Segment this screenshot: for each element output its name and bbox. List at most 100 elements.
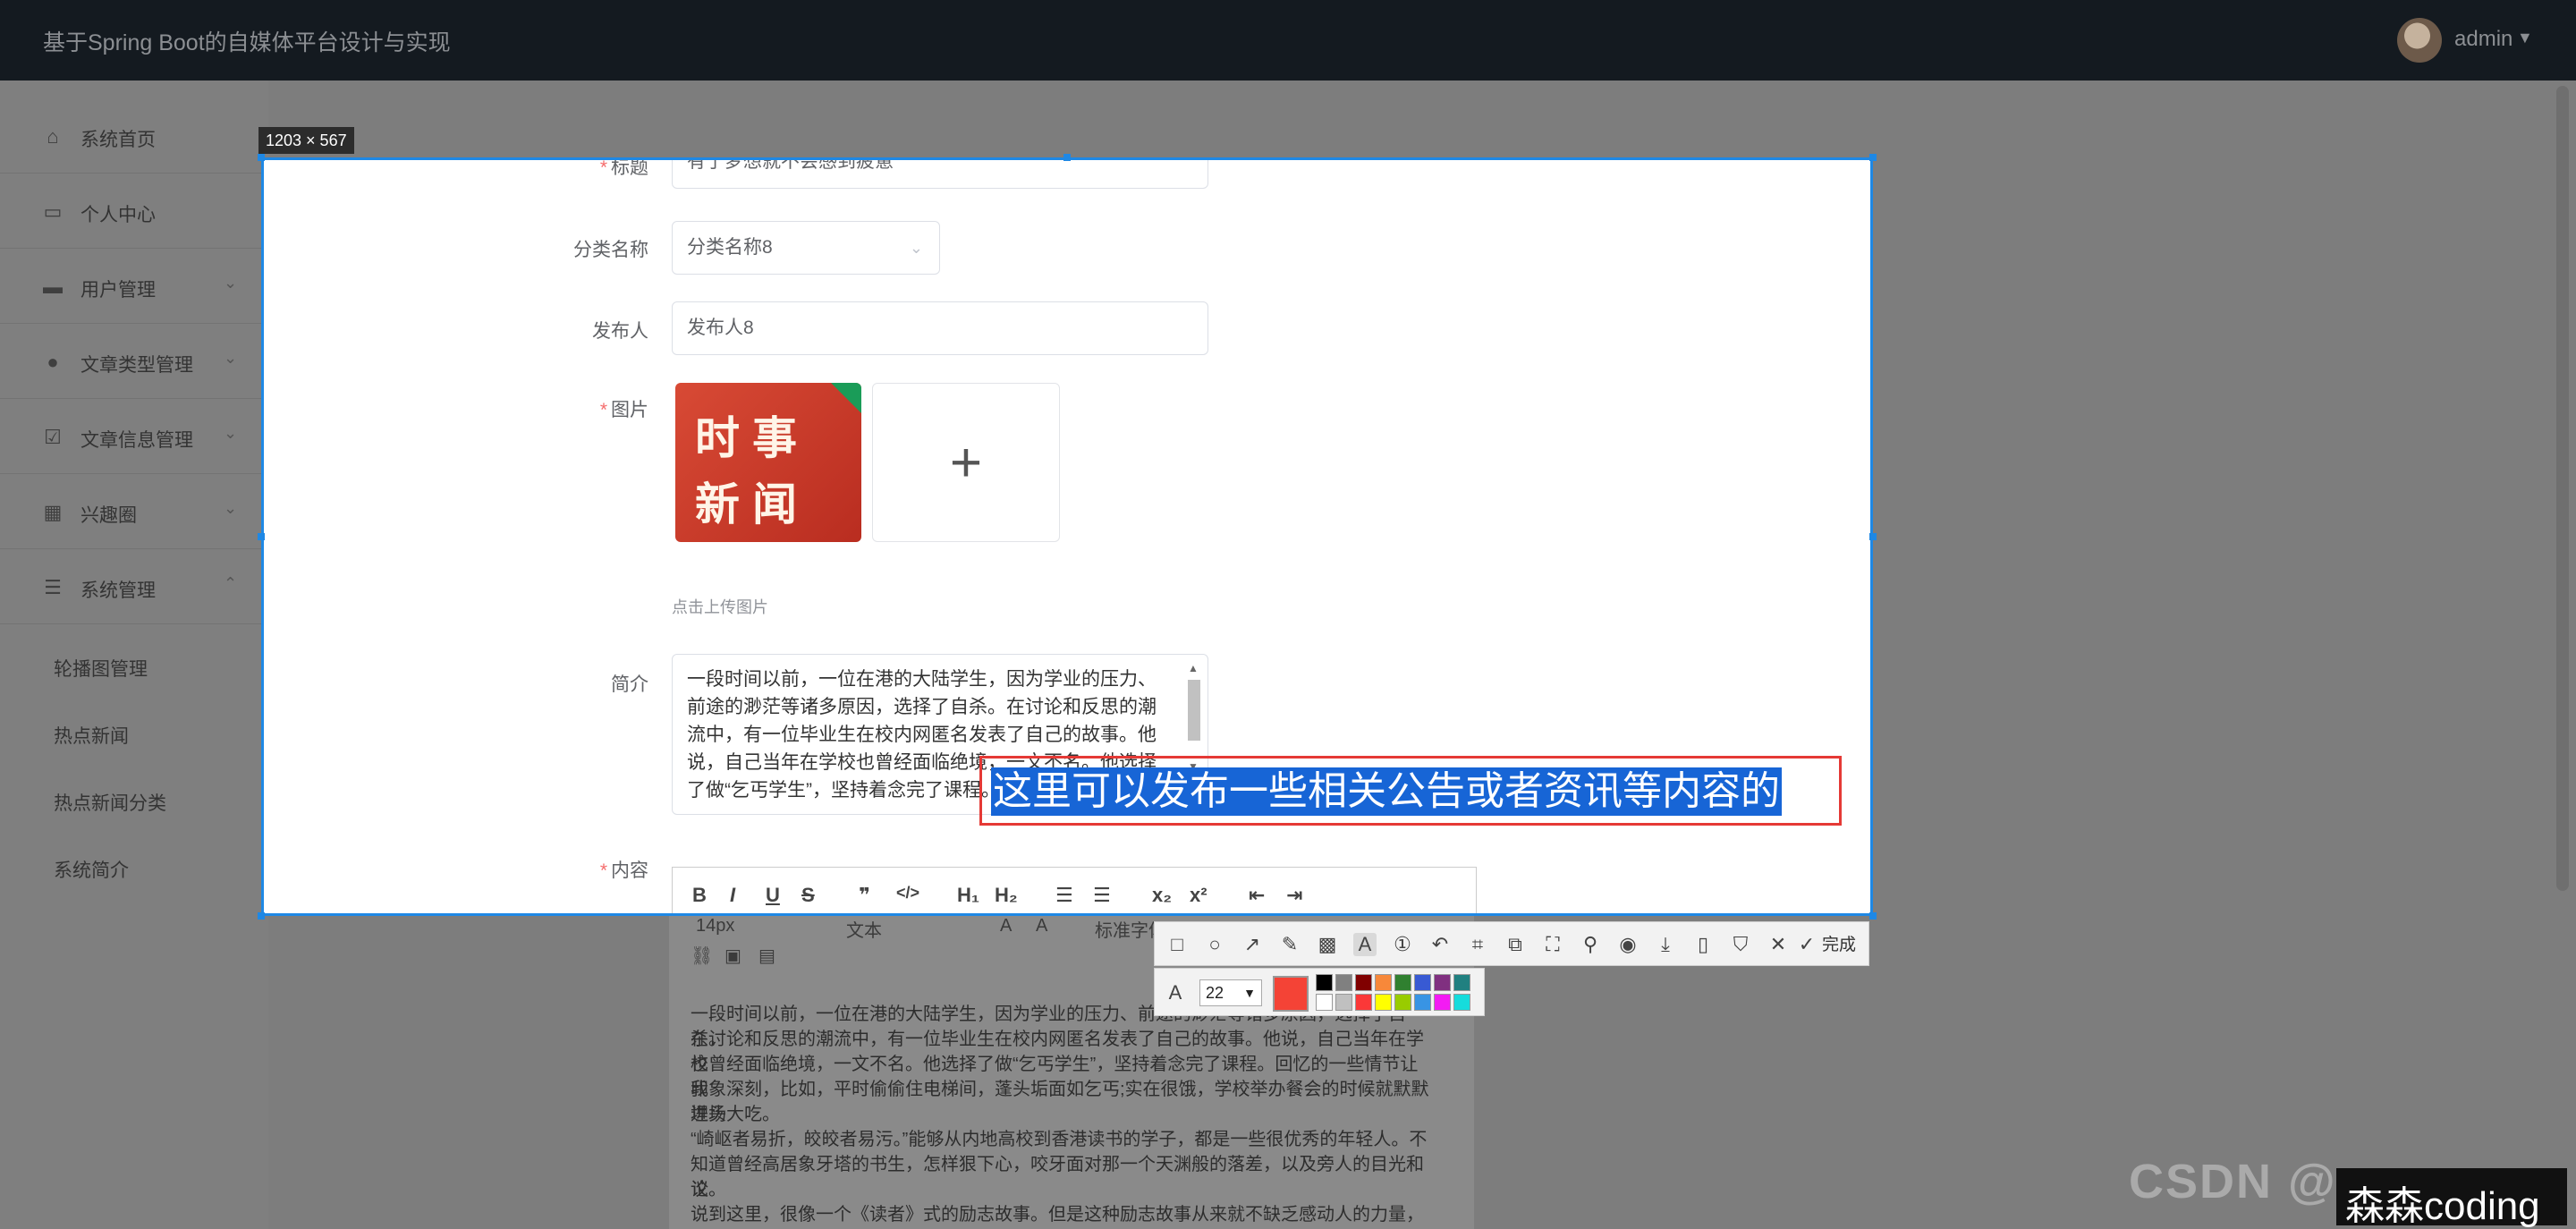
subscript-icon[interactable]: x₂ bbox=[1152, 884, 1172, 907]
sidebar-subitem-carousel[interactable]: 轮播图管理 bbox=[54, 655, 148, 682]
sidebar-item-articles[interactable]: ☑ 文章信息管理 ⌄ bbox=[0, 399, 268, 474]
link-icon[interactable]: ⛓ bbox=[691, 945, 713, 967]
heading1-icon[interactable]: H₁ bbox=[957, 884, 979, 907]
font-color-icon[interactable]: A bbox=[1000, 916, 1012, 937]
title-input[interactable]: 有了梦想就不会感到疲惫 bbox=[672, 160, 1208, 189]
sidebar-item-system[interactable]: ☰ 系统管理 ⌃ bbox=[0, 549, 268, 624]
scrollbar-thumb[interactable] bbox=[1188, 680, 1200, 741]
underline-icon[interactable]: U bbox=[766, 884, 780, 907]
color-swatch[interactable] bbox=[1316, 994, 1333, 1011]
color-swatch[interactable] bbox=[1355, 974, 1372, 991]
sidebar-item-label: 兴趣圈 bbox=[80, 505, 137, 526]
outdent-icon[interactable]: ⇤ bbox=[1249, 884, 1265, 907]
home-icon: ⌂ bbox=[47, 125, 59, 148]
sidebar-item-label: 文章信息管理 bbox=[80, 430, 193, 451]
ordered-list-icon[interactable]: ☰ bbox=[1055, 884, 1073, 907]
close-icon[interactable]: ✕ bbox=[1767, 933, 1790, 956]
blockquote-icon[interactable]: ❞ bbox=[859, 884, 870, 907]
dimmed-content-area bbox=[1873, 81, 2576, 1229]
ocr-icon[interactable]: ⌗ bbox=[1466, 933, 1489, 956]
scroll-up-icon[interactable]: ▲ bbox=[1188, 662, 1199, 674]
ellipse-tool-icon[interactable]: ○ bbox=[1203, 933, 1226, 956]
sidebar-item-users[interactable]: ▬ 用户管理 ⌄ bbox=[0, 249, 268, 324]
avatar[interactable] bbox=[2397, 18, 2442, 63]
sidebar-subitem-hot-news-category[interactable]: 热点新闻分类 bbox=[54, 789, 166, 816]
pen-tool-icon[interactable]: ✎ bbox=[1278, 933, 1301, 956]
font-type-select[interactable]: 文本 bbox=[846, 916, 882, 942]
color-swatch[interactable] bbox=[1394, 974, 1411, 991]
arrow-tool-icon[interactable]: ↗ bbox=[1241, 933, 1264, 956]
resize-handle[interactable] bbox=[1869, 912, 1877, 920]
sidebar-item-profile[interactable]: ▭ 个人中心 bbox=[0, 174, 268, 249]
resize-handle[interactable] bbox=[258, 533, 265, 540]
color-swatch[interactable] bbox=[1375, 994, 1392, 1011]
image-icon[interactable]: ▣ bbox=[724, 945, 741, 967]
color-swatch[interactable] bbox=[1434, 974, 1451, 991]
strikethrough-icon[interactable]: S bbox=[801, 884, 815, 907]
color-swatch[interactable] bbox=[1414, 994, 1431, 1011]
number-tool-icon[interactable]: ① bbox=[1391, 933, 1414, 956]
publisher-input[interactable]: 发布人8 bbox=[672, 301, 1208, 355]
user-name[interactable]: admin bbox=[2454, 27, 2512, 52]
italic-icon[interactable]: I bbox=[730, 884, 735, 907]
sidebar-subitem-hot-news[interactable]: 热点新闻 bbox=[54, 722, 129, 749]
chevron-down-icon: ⌄ bbox=[224, 274, 238, 292]
long-screenshot-icon[interactable]: ⛶ bbox=[1541, 933, 1564, 956]
record-icon[interactable]: ◉ bbox=[1616, 933, 1640, 956]
indent-icon[interactable]: ⇥ bbox=[1286, 884, 1302, 907]
screenshot-selection[interactable]: * 标题 有了梦想就不会感到疲惫 分类名称 分类名称8 ⌄ 发布人 发布人8 * 图… bbox=[261, 157, 1873, 916]
rectangle-tool-icon[interactable]: □ bbox=[1165, 933, 1189, 956]
grid-icon: ▦ bbox=[43, 501, 63, 523]
undo-icon[interactable]: ↶ bbox=[1428, 933, 1452, 956]
translate-icon[interactable]: ⧉ bbox=[1504, 933, 1527, 956]
color-swatch[interactable] bbox=[1414, 974, 1431, 991]
text-annotation-box[interactable]: 这里可以发布一些相关公告或者资讯等内容的 bbox=[979, 756, 1842, 826]
resize-handle[interactable] bbox=[1063, 154, 1071, 161]
code-icon[interactable]: </> bbox=[896, 884, 919, 903]
text-tool-icon[interactable]: A bbox=[1353, 933, 1377, 956]
send-to-phone-icon[interactable]: ▯ bbox=[1691, 933, 1715, 956]
color-swatch[interactable] bbox=[1453, 994, 1470, 1011]
superscript-icon[interactable]: x² bbox=[1190, 884, 1208, 907]
color-swatch[interactable] bbox=[1316, 974, 1333, 991]
uploaded-image-thumbnail[interactable]: 时事 新闻 bbox=[675, 383, 861, 542]
sidebar-subitem-system-intro[interactable]: 系统简介 bbox=[54, 856, 129, 883]
current-color-swatch[interactable] bbox=[1273, 976, 1309, 1012]
annotation-text[interactable]: 这里可以发布一些相关公告或者资讯等内容的 bbox=[991, 767, 1782, 816]
color-swatch[interactable] bbox=[1434, 994, 1451, 1011]
color-swatch[interactable] bbox=[1394, 994, 1411, 1011]
page-scrollbar[interactable] bbox=[2556, 86, 2569, 891]
bullet-list-icon[interactable]: ☰ bbox=[1093, 884, 1111, 907]
font-size-select[interactable]: 14px bbox=[696, 916, 734, 937]
done-button[interactable]: 完成 bbox=[1822, 931, 1856, 955]
content-label: * 内容 bbox=[599, 860, 648, 881]
resize-handle[interactable] bbox=[258, 154, 265, 161]
font-size-select[interactable]: 22 ▼ bbox=[1199, 979, 1262, 1006]
sidebar-item-interest-circle[interactable]: ▦ 兴趣圈 ⌄ bbox=[0, 474, 268, 549]
check-icon[interactable]: ✓ bbox=[1795, 933, 1818, 956]
resize-handle[interactable] bbox=[258, 912, 265, 920]
bookmark-icon[interactable]: ⛉ bbox=[1729, 933, 1752, 956]
category-select[interactable]: 分类名称8 ⌄ bbox=[672, 221, 940, 275]
mosaic-tool-icon[interactable]: ▩ bbox=[1316, 933, 1339, 956]
caret-down-icon[interactable]: ▼ bbox=[2517, 29, 2533, 47]
image-upload-button[interactable]: + bbox=[872, 383, 1060, 542]
resize-handle[interactable] bbox=[1869, 154, 1877, 161]
color-swatch[interactable] bbox=[1453, 974, 1470, 991]
sidebar-item-home[interactable]: ⌂ 系统首页 bbox=[0, 98, 268, 174]
heading2-icon[interactable]: H₂ bbox=[995, 884, 1018, 907]
color-swatch[interactable] bbox=[1335, 974, 1352, 991]
title-label: * 标题 bbox=[599, 157, 648, 178]
color-swatch[interactable] bbox=[1355, 994, 1372, 1011]
color-swatch[interactable] bbox=[1335, 994, 1352, 1011]
font-size-icon: A bbox=[1168, 981, 1182, 1004]
bold-icon[interactable]: B bbox=[692, 884, 707, 907]
font-size-value: 22 bbox=[1206, 984, 1224, 1002]
download-icon[interactable]: ⤓ bbox=[1654, 933, 1677, 956]
pin-icon[interactable]: ⚲ bbox=[1579, 933, 1602, 956]
video-icon[interactable]: ▤ bbox=[758, 945, 775, 967]
background-color-icon[interactable]: A bbox=[1036, 916, 1047, 937]
color-swatch[interactable] bbox=[1375, 974, 1392, 991]
resize-handle[interactable] bbox=[1869, 533, 1877, 540]
sidebar-item-article-types[interactable]: ● 文章类型管理 ⌄ bbox=[0, 324, 268, 399]
